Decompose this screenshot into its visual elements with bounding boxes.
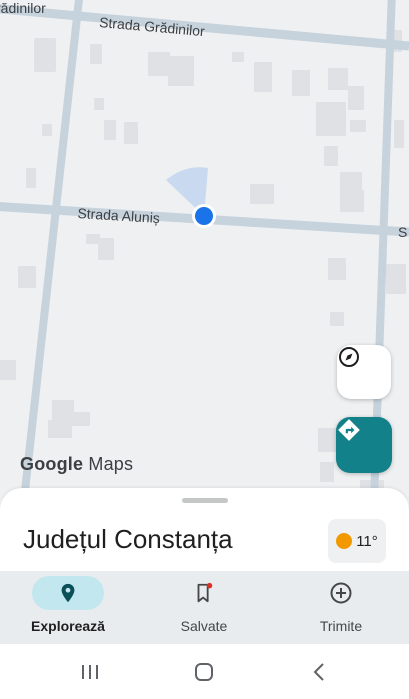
notification-badge: [206, 582, 213, 589]
bottom-navigation: Explorează Salvate Trimite: [0, 571, 409, 644]
google-maps-logo: Google Maps: [20, 454, 133, 475]
bottom-sheet[interactable]: Județul Constanța 11°: [0, 488, 409, 578]
nav-item-explore[interactable]: Explorează: [0, 571, 136, 644]
nav-explore-label: Explorează: [31, 618, 105, 634]
back-button[interactable]: [305, 658, 333, 686]
nav-contribute-label: Trimite: [319, 618, 363, 634]
location-dot: [195, 207, 213, 225]
place-title: Județul Constanța: [23, 524, 233, 554]
compass-icon: [339, 347, 359, 367]
system-navigation-bar: [0, 644, 409, 699]
compass-button[interactable]: [337, 345, 391, 399]
bookmark-icon: [197, 582, 213, 603]
nav-saved-pill: [168, 576, 240, 610]
nav-item-saved[interactable]: Salvate: [136, 571, 272, 644]
temperature: 11°: [356, 532, 378, 550]
sheet-drag-handle[interactable]: [182, 498, 228, 503]
nav-saved-label: Salvate: [180, 618, 228, 634]
directions-button[interactable]: [336, 417, 392, 473]
maps-wordmark: Maps: [88, 454, 134, 474]
sun-icon: [336, 533, 353, 549]
nav-contribute-pill: [305, 576, 377, 610]
home-button[interactable]: [190, 658, 218, 686]
nav-explore-pill: [32, 576, 104, 610]
add-circle-icon: [330, 582, 352, 604]
map-view[interactable]: rădinilor Strada Grădinilor Strada Aluni…: [0, 0, 409, 500]
back-icon: [313, 663, 324, 681]
nav-item-contribute[interactable]: Trimite: [273, 571, 409, 644]
street-label-right: S: [398, 224, 408, 240]
google-wordmark: Google: [20, 454, 84, 474]
recents-button[interactable]: [76, 658, 104, 686]
weather-chip[interactable]: 11°: [328, 519, 386, 563]
street-label-top-left: rădinilor: [0, 0, 46, 16]
location-pin-icon: [61, 583, 75, 603]
recents-icon: [82, 665, 98, 679]
home-icon: [195, 663, 213, 681]
directions-icon: [338, 419, 360, 441]
